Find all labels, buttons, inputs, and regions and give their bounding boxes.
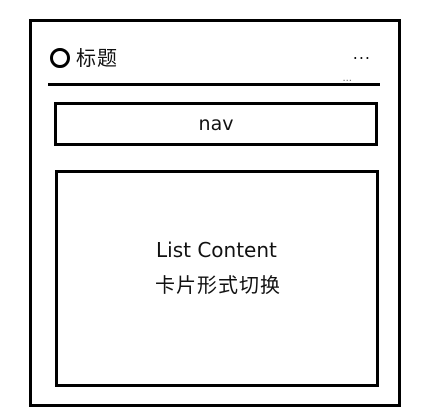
circle-icon[interactable]	[50, 48, 70, 68]
list-content-label: List Content	[156, 238, 277, 262]
header-bar: 标题 ... ...	[48, 44, 380, 86]
nav-bar[interactable]: nav	[54, 102, 378, 146]
header-divider	[48, 83, 380, 86]
list-content-area[interactable]: List Content 卡片形式切换	[55, 170, 379, 387]
list-content-caption: 卡片形式切换	[155, 273, 281, 297]
more-icon[interactable]: ...	[353, 44, 371, 64]
nav-label: nav	[198, 113, 234, 135]
page-title: 标题	[76, 46, 118, 70]
